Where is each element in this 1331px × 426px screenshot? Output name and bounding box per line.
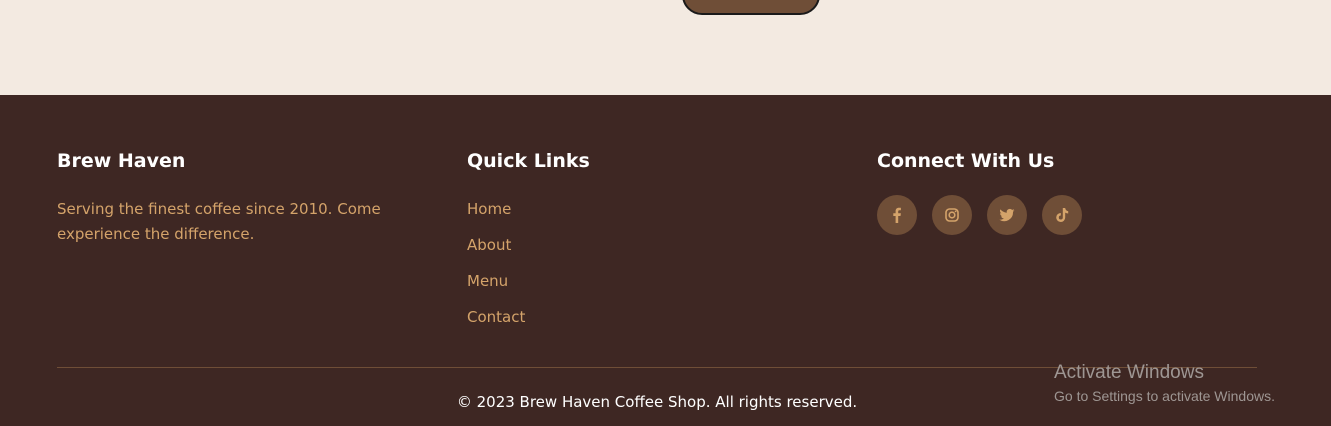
twitter-icon [999,208,1015,222]
facebook-button[interactable] [877,195,917,235]
social-links [877,195,1082,235]
footer-link-home[interactable]: Home [467,199,511,219]
quick-links-list: Home About Menu Contact [467,199,525,343]
footer-brand-column: Brew Haven Serving the finest coffee sin… [57,149,447,247]
facebook-icon [893,207,901,223]
instagram-button[interactable] [932,195,972,235]
footer-link-about[interactable]: About [467,235,511,255]
cta-button[interactable] [682,0,820,15]
footer-link-contact[interactable]: Contact [467,307,525,327]
watermark-subtitle: Go to Settings to activate Windows. [1054,388,1275,404]
twitter-button[interactable] [987,195,1027,235]
footer-connect-column: Connect With Us [877,149,1267,235]
instagram-icon [945,208,959,222]
tiktok-icon [1056,208,1069,222]
tiktok-button[interactable] [1042,195,1082,235]
connect-title: Connect With Us [877,150,1055,172]
quick-links-title: Quick Links [467,150,590,172]
footer-quick-links-column: Quick Links Home About Menu Contact [467,149,857,326]
footer-link-menu[interactable]: Menu [467,271,508,291]
activate-windows-watermark: Activate Windows Go to Settings to activ… [1054,362,1275,406]
top-section [0,0,1331,95]
footer-brand-description: Serving the finest coffee since 2010. Co… [57,200,381,243]
watermark-title: Activate Windows [1054,362,1204,383]
footer-brand-title: Brew Haven [57,150,186,172]
